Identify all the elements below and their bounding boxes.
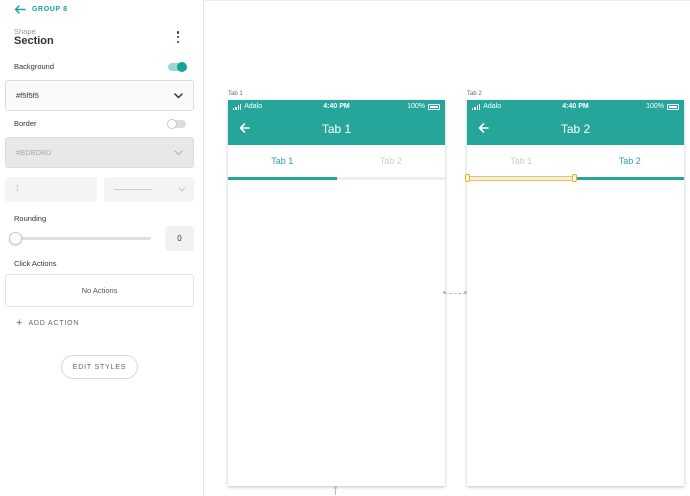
- app-bar[interactable]: Tab 1: [228, 114, 445, 145]
- screen-link-connector: [444, 293, 466, 294]
- tab-bar: Tab 1 Tab 2: [228, 145, 445, 180]
- screen-tab-2[interactable]: Adalo 4:40 PM 100% Tab 2 Tab 1 Tab 2: [465, 100, 685, 486]
- rounding-label: Rounding: [14, 214, 47, 223]
- background-color-value: #f5f5f5: [16, 91, 39, 100]
- chevron-down-icon: [178, 187, 186, 192]
- border-style-select[interactable]: [104, 177, 194, 202]
- actions-list: No Actions: [5, 274, 194, 307]
- kebab-menu-icon[interactable]: [172, 30, 184, 44]
- back-to-group-button[interactable]: GROUP 8: [14, 3, 68, 15]
- rounding-input[interactable]: 0: [165, 226, 194, 251]
- chevron-down-icon: [174, 149, 183, 156]
- screen-label-tab-1[interactable]: Tab 1: [228, 91, 243, 97]
- background-toggle[interactable]: [168, 62, 187, 72]
- screen-label-tab-2[interactable]: Tab 2: [467, 91, 482, 97]
- tab-2[interactable]: Tab 2: [337, 145, 446, 180]
- bottom-connector-marker: [333, 486, 338, 496]
- status-bar: Adalo 4:40 PM 100%: [467, 100, 684, 114]
- border-width-input[interactable]: 1: [5, 177, 97, 202]
- battery-percent: 100%: [407, 103, 425, 110]
- edit-styles-button[interactable]: EDIT STYLES: [61, 355, 138, 379]
- status-bar: Adalo 4:40 PM 100%: [228, 100, 445, 114]
- canvas-top-divider: [205, 0, 690, 1]
- rounding-slider-thumb[interactable]: [9, 232, 22, 245]
- rounding-slider-track[interactable]: [14, 237, 151, 240]
- border-toggle[interactable]: [167, 119, 186, 129]
- border-label: Border: [14, 119, 37, 128]
- add-action-label: ADD ACTION: [28, 319, 80, 327]
- properties-panel: GROUP 8 Shape Section Background #f5f5f5…: [0, 0, 204, 496]
- battery-icon: [428, 103, 440, 110]
- tab-indicator: [228, 177, 337, 180]
- resize-handle-left[interactable]: [465, 174, 470, 182]
- app-bar-title: Tab 2: [560, 122, 591, 136]
- back-label: GROUP 8: [32, 5, 68, 13]
- click-actions-label: Click Actions: [14, 259, 57, 268]
- background-label: Background: [14, 62, 55, 71]
- plus-icon: +: [16, 317, 23, 329]
- resize-handle-right[interactable]: [572, 174, 577, 182]
- border-color-select[interactable]: #BDBDBD: [5, 137, 194, 168]
- background-color-select[interactable]: #f5f5f5: [5, 80, 194, 111]
- battery-icon: [667, 103, 679, 110]
- no-actions-text: No Actions: [81, 286, 118, 295]
- tab-2[interactable]: Tab 2: [576, 145, 685, 180]
- battery-percent: 100%: [646, 103, 664, 110]
- border-color-value: #BDBDBD: [16, 148, 52, 157]
- app-bar-title: Tab 1: [321, 122, 352, 136]
- connector-dot: [464, 291, 467, 294]
- arrow-left-icon: [14, 4, 26, 14]
- tab-indicator: [575, 177, 684, 180]
- solid-line-icon: [114, 189, 152, 190]
- connector-dot: [443, 291, 446, 294]
- app-bar[interactable]: Tab 2: [467, 114, 684, 145]
- tab-1[interactable]: Tab 1: [467, 145, 576, 180]
- tab-1[interactable]: Tab 1: [228, 145, 337, 180]
- shape-name: Section: [14, 35, 54, 47]
- add-action-button[interactable]: + ADD ACTION: [16, 317, 80, 329]
- screen-tab-1[interactable]: Adalo 4:40 PM 100% Tab 1 Tab 1 Tab 2: [228, 100, 445, 486]
- selected-section-outline[interactable]: [467, 176, 575, 181]
- tab-indicator-track: [228, 177, 445, 180]
- chevron-down-icon: [174, 92, 183, 99]
